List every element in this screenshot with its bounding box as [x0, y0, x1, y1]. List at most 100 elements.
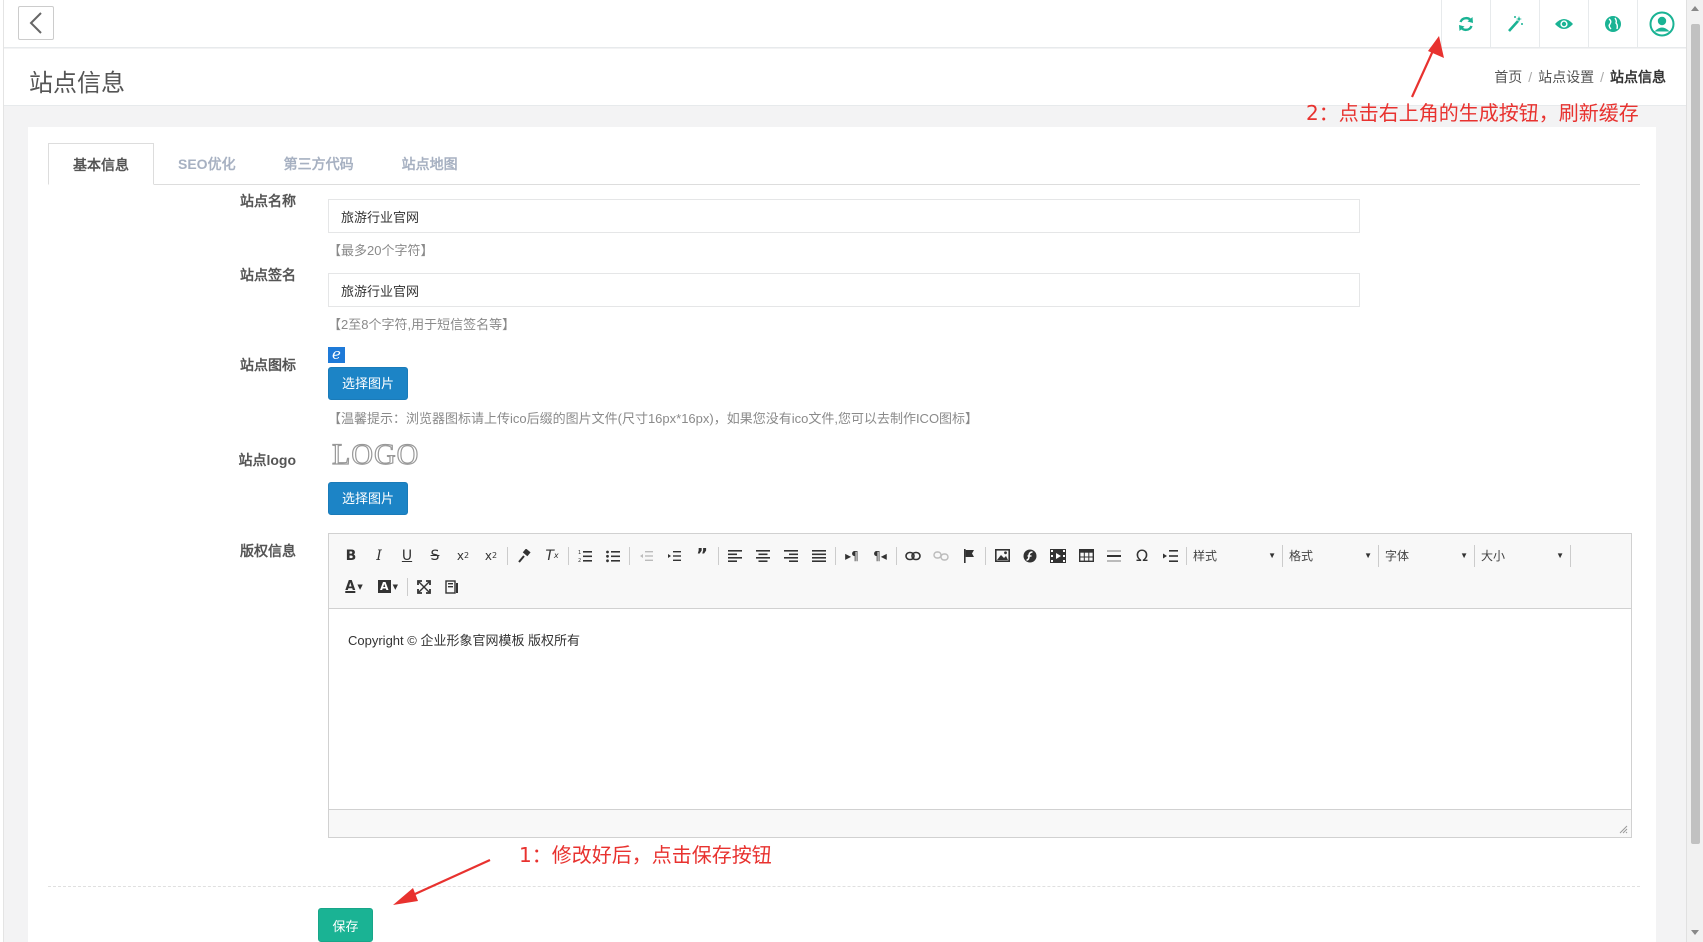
anchor-flag-icon[interactable]: [955, 544, 983, 568]
left-edge: [0, 0, 4, 942]
style-dropdown-label: 样式: [1193, 549, 1218, 563]
top-icon-group: [1441, 0, 1686, 48]
toolbar-separator: [407, 577, 408, 596]
rich-text-editor: B I U S x2 x2 Tx 12 ” ▸¶ ¶◂ Ω 样式 ▼ 格式 ▼ …: [328, 533, 1632, 838]
format-dropdown[interactable]: 格式 ▼: [1285, 544, 1379, 567]
page-break-icon[interactable]: [1156, 544, 1184, 568]
breadcrumb: 首页 / 站点设置 / 站点信息: [1494, 67, 1666, 87]
align-justify-icon[interactable]: [805, 544, 833, 568]
flash-icon[interactable]: [1016, 544, 1044, 568]
site-name-label: 站点名称: [240, 193, 296, 209]
toolbar-separator: [896, 546, 897, 565]
user-button[interactable]: [1637, 0, 1686, 48]
size-dropdown[interactable]: 大小 ▼: [1477, 544, 1571, 567]
align-right-icon[interactable]: [777, 544, 805, 568]
ordered-list-icon[interactable]: 12: [571, 544, 599, 568]
page-scrollbar[interactable]: [1686, 0, 1703, 942]
remove-format-icon[interactable]: Tx: [538, 544, 566, 568]
scroll-down-arrow-icon[interactable]: [1691, 930, 1699, 935]
text-color-icon[interactable]: A ▼: [337, 575, 371, 599]
settings-panel: 基本信息 SEO优化 第三方代码 站点地图 站点名称 【最多20个字符】 站点签…: [28, 127, 1656, 942]
blockquote-icon[interactable]: ”: [688, 544, 716, 568]
site-icon-label: 站点图标: [240, 357, 296, 373]
toolbar-separator: [835, 546, 836, 565]
unordered-list-icon[interactable]: [599, 544, 627, 568]
user-circle-icon: [1649, 11, 1675, 37]
toolbar-separator: [629, 546, 630, 565]
horizontal-rule-icon[interactable]: [1100, 544, 1128, 568]
preview-button[interactable]: [1539, 0, 1588, 48]
bold-icon[interactable]: B: [337, 544, 365, 568]
resize-grip-icon[interactable]: [1618, 824, 1628, 834]
show-blocks-icon[interactable]: [438, 575, 466, 599]
annotation-save-note: 1：修改好后，点击保存按钮: [519, 843, 772, 867]
indent-icon[interactable]: [660, 544, 688, 568]
form-divider: [48, 886, 1640, 887]
link-icon[interactable]: [899, 544, 927, 568]
back-button[interactable]: [18, 6, 54, 40]
generate-refresh-button[interactable]: [1441, 0, 1490, 48]
chevron-left-icon: [29, 12, 42, 34]
tab-sitemap[interactable]: 站点地图: [378, 143, 482, 185]
breadcrumb-home[interactable]: 首页: [1494, 67, 1522, 87]
superscript-icon[interactable]: x2: [477, 544, 505, 568]
video-icon[interactable]: [1044, 544, 1072, 568]
text-direction-rtl-icon[interactable]: ¶◂: [866, 544, 894, 568]
toolbar-separator: [507, 546, 508, 565]
tab-basic-info[interactable]: 基本信息: [48, 143, 154, 185]
strikethrough-icon[interactable]: S: [421, 544, 449, 568]
outdent-icon[interactable]: [632, 544, 660, 568]
format-painter-icon[interactable]: [510, 544, 538, 568]
subscript-icon[interactable]: x2: [449, 544, 477, 568]
align-left-icon[interactable]: [721, 544, 749, 568]
annotation-refresh-note: 2：点击右上角的生成按钮，刷新缓存: [1306, 101, 1639, 125]
magic-button[interactable]: [1490, 0, 1539, 48]
italic-icon[interactable]: I: [365, 544, 393, 568]
site-button[interactable]: [1588, 0, 1637, 48]
svg-text:2: 2: [578, 558, 581, 563]
eye-icon: [1555, 19, 1573, 29]
unlink-icon[interactable]: [927, 544, 955, 568]
save-button[interactable]: 保存: [318, 908, 373, 942]
page-title: 站点信息: [29, 70, 125, 97]
maximize-icon[interactable]: [410, 575, 438, 599]
toolbar-separator: [568, 546, 569, 565]
style-dropdown[interactable]: 样式 ▼: [1189, 544, 1283, 567]
site-name-input[interactable]: [328, 199, 1360, 233]
text-direction-ltr-icon[interactable]: ▸¶: [838, 544, 866, 568]
format-dropdown-label: 格式: [1289, 549, 1314, 563]
editor-content-area[interactable]: Copyright © 企业形象官网模板 版权所有: [329, 609, 1631, 809]
toolbar-row-1: B I U S x2 x2 Tx 12 ” ▸¶ ¶◂ Ω 样式 ▼ 格式 ▼ …: [337, 540, 1623, 571]
editor-toolbar: B I U S x2 x2 Tx 12 ” ▸¶ ¶◂ Ω 样式 ▼ 格式 ▼ …: [329, 534, 1631, 609]
tab-bar: 基本信息 SEO优化 第三方代码 站点地图: [48, 143, 1640, 185]
breadcrumb-current: 站点信息: [1610, 69, 1666, 85]
scroll-up-arrow-icon[interactable]: [1691, 6, 1699, 11]
tab-third-party-code[interactable]: 第三方代码: [260, 143, 378, 185]
scrollbar-thumb[interactable]: [1691, 24, 1700, 844]
globe-icon: [1605, 16, 1621, 32]
align-center-icon[interactable]: [749, 544, 777, 568]
image-icon[interactable]: [988, 544, 1016, 568]
tab-seo[interactable]: SEO优化: [154, 143, 260, 185]
font-dropdown-label: 字体: [1385, 549, 1410, 563]
site-signature-hint: 【2至8个字符,用于短信签名等】: [328, 317, 516, 332]
breadcrumb-site-settings[interactable]: 站点设置: [1538, 67, 1594, 87]
font-dropdown[interactable]: 字体 ▼: [1381, 544, 1475, 567]
site-icon-select-button[interactable]: 选择图片: [328, 367, 409, 400]
caret-down-icon: ▼: [1268, 551, 1276, 560]
breadcrumb-separator: /: [1528, 69, 1533, 85]
table-icon[interactable]: [1072, 544, 1100, 568]
site-logo-select-button[interactable]: 选择图片: [328, 482, 409, 515]
caret-down-icon: ▼: [1460, 551, 1468, 560]
underline-icon[interactable]: U: [393, 544, 421, 568]
special-char-omega-icon[interactable]: Ω: [1128, 544, 1156, 568]
breadcrumb-separator: /: [1600, 69, 1604, 85]
refresh-icon: [1459, 16, 1473, 32]
size-dropdown-label: 大小: [1481, 549, 1506, 563]
background-color-icon[interactable]: A ▼: [371, 575, 405, 599]
site-icon-hint: 【温馨提示：浏览器图标请上传ico后缀的图片文件(尺寸16px*16px)，如果…: [328, 411, 979, 426]
site-signature-input[interactable]: [328, 273, 1360, 307]
site-icon-preview: e: [328, 347, 345, 363]
magic-wand-icon: [1508, 16, 1523, 32]
top-navbar: [4, 0, 1686, 48]
